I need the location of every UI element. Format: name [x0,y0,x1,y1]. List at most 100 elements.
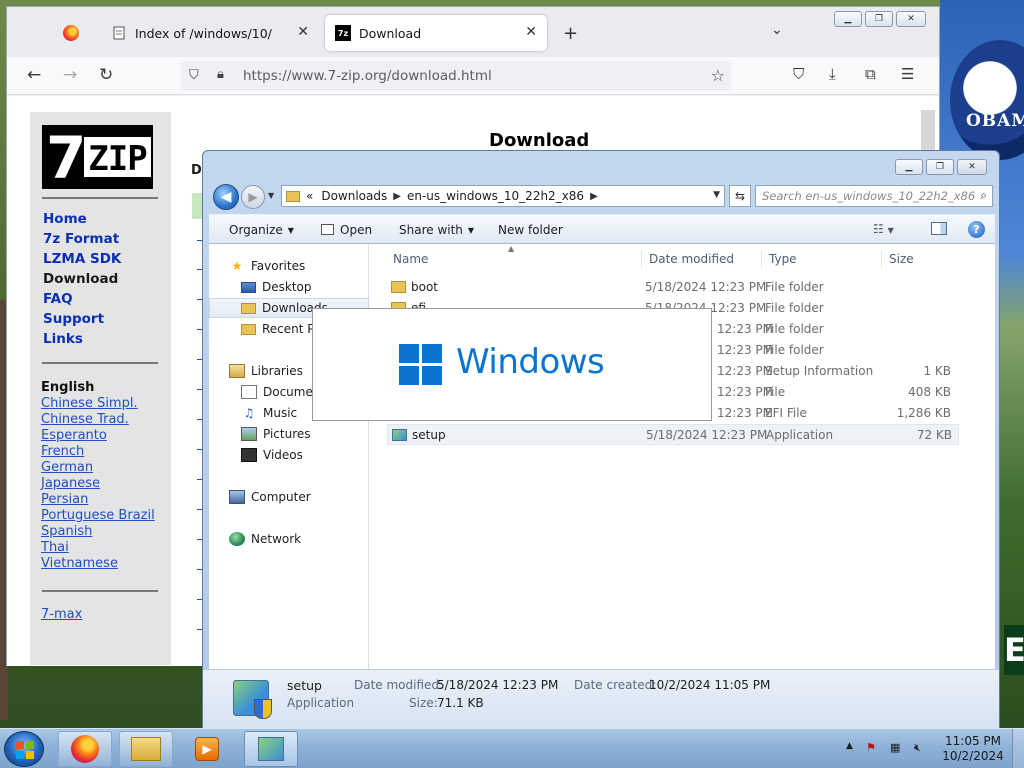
open-button[interactable]: Open [321,223,372,237]
file-name: setup [412,428,446,442]
close-tab-icon[interactable]: ✕ [297,24,309,40]
recent-places-icon [241,323,256,335]
lang-portuguese-brazil[interactable]: Portuguese Brazil [41,508,155,524]
system-clock[interactable]: 11:05 PM 10/2/2024 [938,734,1008,764]
close-tab-icon[interactable]: ✕ [525,24,537,40]
lang-japanese[interactable]: Japanese [41,476,155,492]
downloads-icon[interactable]: ⤓ [829,65,836,83]
nav-label: Computer [251,490,311,504]
show-desktop-button[interactable] [1012,729,1024,768]
forward-arrow-icon[interactable]: ▶ [241,185,265,209]
lang-chinese-trad[interactable]: Chinese Trad. [41,412,155,428]
share-with-label: Share with [399,223,463,237]
address-bar[interactable]: « Downloads ▶ en-us_windows_10_22h2_x86 … [281,185,725,207]
column-date-modified[interactable]: Date modified [649,252,734,266]
column-type[interactable]: Type [769,252,797,266]
url-bar[interactable]: ⛉ 🔒︎ https://www.7-zip.org/download.html… [181,61,731,91]
breadcrumb-chevron-icon[interactable]: ▶ [590,191,598,202]
details-size-label: Size: [409,696,438,710]
nav-support[interactable]: Support [43,309,121,329]
restore-button[interactable]: ❐ [926,159,954,175]
nav-faq[interactable]: FAQ [43,289,121,309]
refresh-icon[interactable]: ⇆ [729,185,751,207]
nav-desktop[interactable]: Desktop [209,277,369,297]
restore-button[interactable]: ❐ [865,11,893,27]
reload-icon[interactable]: ↻ [99,65,113,85]
share-with-button[interactable]: Share with ▼ [399,223,474,237]
volume-muted-icon[interactable]: 🔇︎ [914,741,921,755]
nav-lzma-sdk[interactable]: LZMA SDK [43,249,121,269]
lang-thai[interactable]: Thai [41,540,155,556]
tab-download[interactable]: 7z Download ✕ [325,15,547,51]
column-size[interactable]: Size [889,252,914,266]
network-tray-icon[interactable]: ▦ [890,741,900,754]
lang-chinese-simpl[interactable]: Chinese Simpl. [41,396,155,412]
shield-icon[interactable]: ⛉ [189,68,199,83]
column-divider[interactable] [761,250,762,268]
nav-home[interactable]: Home [43,209,121,229]
nav-videos[interactable]: Videos [209,445,369,465]
minimize-button[interactable]: ▁ [895,159,923,175]
back-arrow-icon[interactable]: ← [27,65,41,85]
change-view-icon[interactable]: ☷ ▼ [873,222,894,236]
url-text[interactable]: https://www.7-zip.org/download.html [243,68,492,84]
organize-button[interactable]: Organize ▼ [229,223,294,237]
help-icon[interactable]: ? [968,221,985,238]
nav-download[interactable]: Download [43,269,121,289]
nav-favorites[interactable]: ★ Favorites [209,256,369,276]
column-divider[interactable] [641,250,642,268]
column-name[interactable]: Name [393,252,428,266]
page-scrollbar[interactable] [921,110,935,155]
bookmark-star-icon[interactable]: ☆ [711,66,725,85]
breadcrumb-overflow[interactable]: « [306,189,313,203]
address-dropdown-icon[interactable]: ▼ [713,190,720,200]
action-center-icon[interactable]: ⚑ [866,741,876,754]
column-divider[interactable] [881,250,882,268]
taskbar-firefox[interactable] [58,731,112,767]
search-input[interactable]: Search en-us_windows_10_22h2_x86 ⌕ [755,185,993,207]
nav-network[interactable]: Network [209,529,369,549]
file-row-selected[interactable]: setup 5/18/2024 12:23 PM Application 72 KB [387,424,959,445]
preview-pane-icon[interactable] [931,222,947,235]
tab-index-windows[interactable]: Index of /windows/10/ ✕ [101,15,319,51]
start-button[interactable] [4,731,44,767]
breadcrumb-current[interactable]: en-us_windows_10_22h2_x86 [407,189,584,203]
breadcrumb-downloads[interactable]: Downloads [321,189,387,203]
lang-persian[interactable]: Persian [41,492,155,508]
nav-7z-format[interactable]: 7z Format [43,229,121,249]
link-7-max[interactable]: 7-max [41,607,82,622]
nav-pictures[interactable]: Pictures [209,424,369,444]
nav-label: Desktop [262,280,312,294]
firefox-icon[interactable] [63,25,79,41]
close-button[interactable]: ✕ [957,159,987,175]
lang-german[interactable]: German [41,460,155,476]
search-icon[interactable]: ⌕ [980,188,987,203]
taskbar-setup[interactable] [244,731,298,767]
extensions-icon[interactable]: ⧉ [865,65,876,83]
breadcrumb-chevron-icon[interactable]: ▶ [393,191,401,202]
close-button[interactable]: ✕ [896,11,926,27]
new-folder-button[interactable]: New folder [498,223,563,237]
new-tab-icon[interactable]: + [563,23,578,44]
details-type: Application [287,696,355,710]
show-hidden-icons-icon[interactable]: ▲ [846,741,853,751]
taskbar-explorer[interactable] [119,731,173,767]
lang-vietnamese[interactable]: Vietnamese [41,556,155,572]
lang-french[interactable]: French [41,444,155,460]
menu-icon[interactable]: ☰ [901,65,914,83]
file-row[interactable]: boot 5/18/2024 12:23 PM File folder [387,277,959,298]
minimize-button[interactable]: ▁ [834,11,862,27]
divider [42,362,158,364]
taskbar-media-player[interactable]: ▶ [180,731,234,767]
media-player-icon: ▶ [195,737,219,761]
nav-links[interactable]: Links [43,329,121,349]
list-tabs-icon[interactable]: ⌄ [771,22,783,38]
pocket-icon[interactable]: ⛉ [793,65,804,83]
lang-spanish[interactable]: Spanish [41,524,155,540]
lang-esperanto[interactable]: Esperanto [41,428,155,444]
forward-arrow-icon[interactable]: → [63,65,77,85]
history-dropdown-icon[interactable]: ▼ [268,191,274,200]
back-arrow-icon[interactable]: ◀ [213,184,239,210]
nav-computer[interactable]: Computer [209,487,369,507]
lock-icon[interactable]: 🔒︎ [217,67,224,82]
